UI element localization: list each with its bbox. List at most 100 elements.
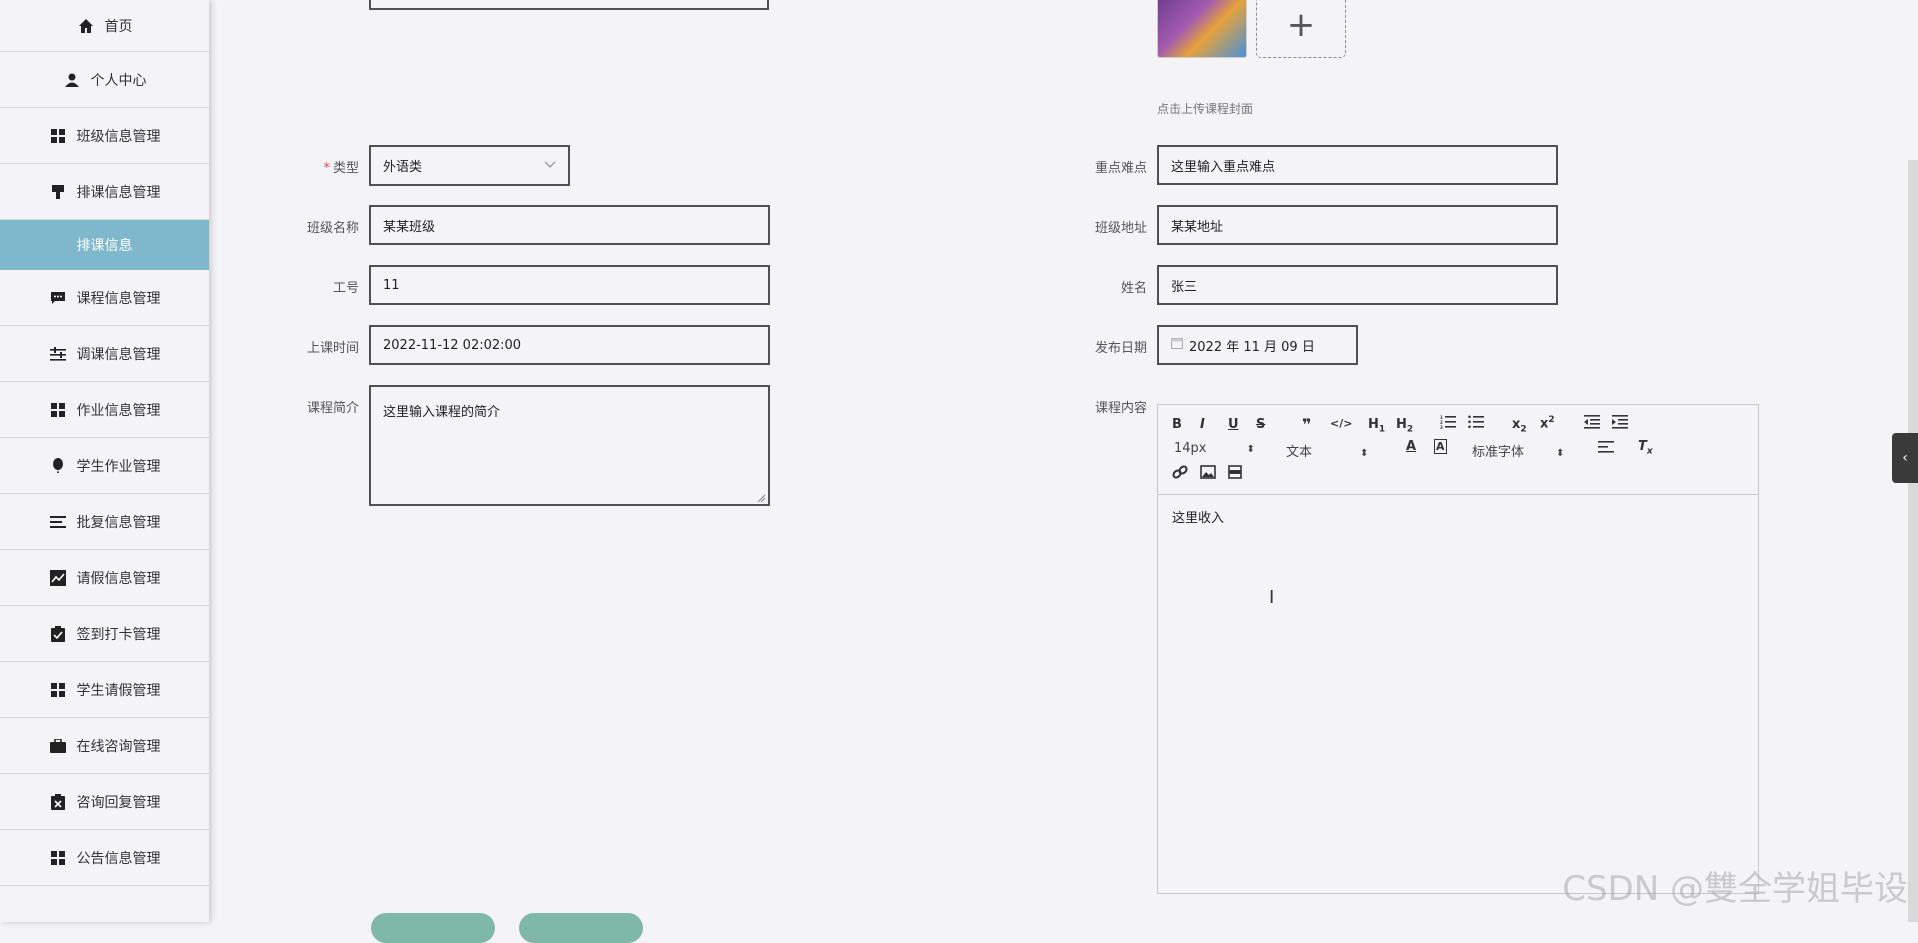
strike-icon[interactable]: S — [1256, 417, 1265, 432]
sidebar-item-consult-reply[interactable]: 咨询回复管理 — [0, 774, 209, 830]
sidebar-item-adjust-info[interactable]: 调课信息管理 — [0, 326, 209, 382]
updown-icon: ⬍ — [1360, 448, 1368, 459]
class-name-label: 班级名称 — [269, 217, 359, 236]
sidebar-item-course-info[interactable]: 课程信息管理 — [0, 270, 209, 326]
submit-button[interactable] — [371, 913, 495, 943]
sidebar-item-label: 学生作业管理 — [77, 456, 161, 476]
background-color-icon[interactable]: A — [1434, 439, 1447, 454]
resize-handle-icon[interactable] — [756, 492, 766, 502]
bold-icon[interactable]: B — [1172, 417, 1182, 432]
name-input[interactable]: 张三 — [1157, 265, 1558, 305]
cancel-button[interactable] — [519, 913, 643, 943]
sidebar-item-profile[interactable]: 个人中心 — [0, 52, 209, 108]
key-points-input[interactable]: 这里输入重点难点 — [1157, 145, 1558, 185]
sidebar-item-label: 个人中心 — [91, 70, 147, 90]
class-time-input[interactable]: 2022-11-12 02:02:00 — [369, 325, 770, 365]
video-icon[interactable] — [1228, 465, 1242, 483]
outdent-icon[interactable] — [1584, 415, 1600, 433]
top-field[interactable] — [369, 0, 769, 10]
sidebar-item-label: 在线咨询管理 — [77, 736, 161, 756]
home-icon — [77, 17, 95, 35]
sidebar-item-leave-info[interactable]: 请假信息管理 — [0, 550, 209, 606]
quote-icon[interactable]: ❞ — [1302, 415, 1311, 434]
upload-hint: 点击上传课程封面 — [1157, 100, 1253, 117]
grid-icon — [49, 127, 67, 145]
publish-date-input[interactable]: 2022 年 11 月 09 日 — [1157, 325, 1358, 365]
sidebar: 首页 个人中心 班级信息管理 排课信息管理 排课信息 课程信息管理 调课信息管理… — [0, 0, 209, 922]
underline-icon[interactable]: U — [1228, 417, 1239, 432]
sidebar-item-student-homework[interactable]: 学生作业管理 — [0, 438, 209, 494]
bullet-list-icon[interactable] — [1468, 415, 1484, 433]
class-time-label: 上课时间 — [269, 337, 359, 356]
sidebar-item-checkin[interactable]: 签到打卡管理 — [0, 606, 209, 662]
clipboard-check-icon — [49, 625, 67, 643]
indent-icon[interactable] — [1612, 415, 1628, 433]
sidebar-item-schedule-mgmt[interactable]: 排课信息管理 — [0, 164, 209, 220]
class-address-input[interactable]: 某某地址 — [1157, 205, 1558, 245]
sidebar-item-homework-info[interactable]: 作业信息管理 — [0, 382, 209, 438]
sidebar-item-label: 请假信息管理 — [77, 568, 161, 588]
key-points-label: 重点难点 — [1057, 157, 1147, 176]
editor-toolbar: B I U S ❞ </> H1 H2 123 x2 x2 14px⬍ 文本⬍ … — [1158, 405, 1758, 495]
upload-add-button[interactable]: + — [1256, 0, 1346, 58]
publish-date-label: 发布日期 — [1057, 337, 1147, 356]
intro-label: 课程简介 — [269, 397, 359, 416]
editor-content[interactable]: 这里收入 — [1158, 495, 1758, 538]
h2-icon[interactable]: H2 — [1396, 417, 1413, 435]
type-label: *类型 — [269, 157, 359, 176]
rich-text-editor[interactable]: B I U S ❞ </> H1 H2 123 x2 x2 14px⬍ 文本⬍ … — [1157, 404, 1759, 894]
sidebar-item-notice[interactable]: 公告信息管理 — [0, 830, 209, 886]
sidebar-item-student-leave[interactable]: 学生请假管理 — [0, 662, 209, 718]
sidebar-item-label: 学生请假管理 — [77, 680, 161, 700]
sidebar-item-label: 班级信息管理 — [77, 126, 161, 146]
type-select[interactable]: 外语类 — [369, 145, 570, 186]
class-name-input[interactable]: 某某班级 — [369, 205, 770, 245]
sidebar-item-reply-info[interactable]: 批复信息管理 — [0, 494, 209, 550]
name-label: 姓名 — [1057, 277, 1147, 296]
sidebar-item-label: 首页 — [105, 16, 133, 36]
updown-icon: ⬍ — [1556, 448, 1564, 459]
updown-icon: ⬍ — [1247, 444, 1255, 455]
user-icon — [63, 71, 81, 89]
sidebar-item-label: 课程信息管理 — [77, 288, 161, 308]
sidebar-item-label: 作业信息管理 — [77, 400, 161, 420]
grid-icon — [49, 681, 67, 699]
image-icon[interactable] — [1200, 465, 1216, 483]
sliders-icon — [49, 345, 67, 363]
text-cursor-icon: I — [1269, 587, 1274, 608]
plus-icon: + — [1287, 5, 1316, 45]
sidebar-item-label: 咨询回复管理 — [77, 792, 161, 812]
watermark: CSDN @雙全学姐毕设 — [1562, 861, 1908, 910]
chevron-left-icon: ‹ — [1902, 450, 1908, 466]
sidebar-item-home[interactable]: 首页 — [0, 0, 209, 52]
italic-icon[interactable]: I — [1200, 417, 1205, 432]
font-size-select[interactable]: 14px⬍ — [1174, 441, 1255, 456]
superscript-icon[interactable]: x2 — [1540, 415, 1555, 431]
subscript-icon[interactable]: x2 — [1512, 417, 1527, 435]
align-icon[interactable] — [1598, 441, 1614, 457]
sidebar-item-schedule-info[interactable]: 排课信息 — [0, 220, 209, 270]
sidebar-item-consult[interactable]: 在线咨询管理 — [0, 718, 209, 774]
sidebar-item-class-info[interactable]: 班级信息管理 — [0, 108, 209, 164]
calendar-icon — [1171, 337, 1183, 353]
text-type-select[interactable]: 文本⬍ — [1286, 441, 1368, 460]
sidebar-item-label: 签到打卡管理 — [77, 624, 161, 644]
job-no-input[interactable]: 11 — [369, 265, 770, 305]
sidebar-item-label: 排课信息 — [77, 235, 133, 255]
intro-textarea[interactable]: 这里输入课程的简介 — [369, 385, 770, 506]
code-icon[interactable]: </> — [1330, 417, 1352, 430]
font-family-select[interactable]: 标准字体⬍ — [1472, 441, 1564, 460]
collapse-button[interactable]: ‹ — [1892, 433, 1918, 483]
h1-icon[interactable]: H1 — [1368, 417, 1385, 435]
list-icon — [49, 513, 67, 531]
ordered-list-icon[interactable]: 123 — [1440, 415, 1456, 433]
content-label: 课程内容 — [1057, 397, 1147, 416]
sidebar-item-label: 排课信息管理 — [77, 182, 161, 202]
sidebar-item-label: 公告信息管理 — [77, 848, 161, 868]
course-cover-image[interactable] — [1157, 0, 1247, 58]
clear-format-icon[interactable]: Tx — [1638, 439, 1653, 457]
chevron-down-icon — [544, 158, 556, 173]
scrollbar[interactable] — [1908, 160, 1918, 922]
link-icon[interactable] — [1172, 465, 1188, 483]
font-color-icon[interactable]: A — [1406, 439, 1416, 454]
